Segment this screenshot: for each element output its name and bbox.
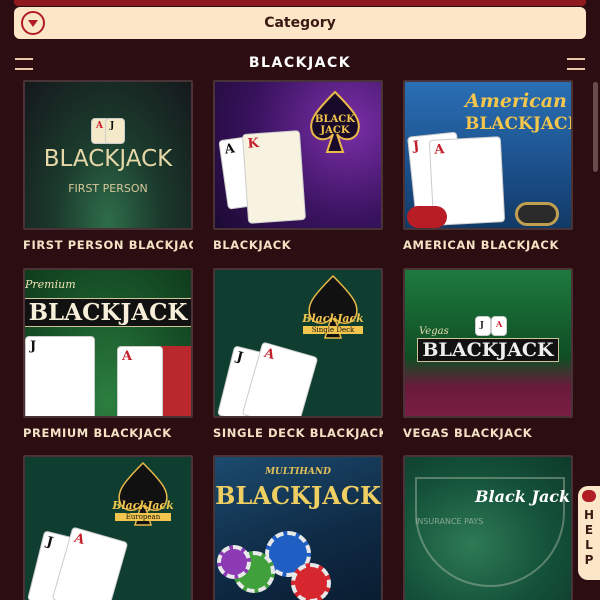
game-art-subtitle: MULTIHAND [265,467,331,477]
game-art-title: BlackJack [112,499,174,512]
game-title[interactable]: FIRST PERSON BLACKJACK [23,238,193,252]
game-art-title: American [465,90,567,112]
help-tab[interactable]: H E L P [578,486,600,580]
game-art-subtitle: Single Deck [303,326,363,334]
game-art-subtitle: European [115,513,171,521]
game-tile[interactable]: INSURANCE PAYS Black Jack [403,455,573,600]
help-letter: L [585,538,593,552]
game-art-subtitle: FIRST PERSON [68,182,148,195]
game-art-title: BLACKJACK [417,338,559,362]
game-art-title: BLACKJACK [43,146,173,172]
game-tile[interactable]: BlackJack European J A [23,455,193,600]
game-art-subtitle: BLACKJACK [465,114,573,134]
scrollbar[interactable] [593,82,598,172]
game-thumbnail[interactable]: INSURANCE PAYS Black Jack [403,455,573,600]
game-title[interactable]: SINGLE DECK BLACKJACK M [213,426,383,440]
category-label: Category [264,15,336,31]
game-tile[interactable]: BLACK JACK A K BLACKJACK [213,80,383,252]
game-art-title: BLACKJACK [215,481,381,510]
card-image: J [105,118,125,144]
game-art-title: Black Jack [475,487,571,506]
game-thumbnail[interactable]: MULTIHAND BLACKJACK [213,455,383,600]
game-thumbnail[interactable]: BlackJack Single Deck J A [213,268,383,418]
game-art-title: BLACK JACK [315,114,355,136]
right-menu-icon[interactable] [567,58,585,70]
chip-icon [291,563,331,600]
help-letter: E [584,523,594,537]
game-thumbnail[interactable]: American BLACKJACK J A [403,80,573,230]
chevron-down-circle-icon[interactable] [21,11,45,35]
card-image: J [475,316,491,336]
chip-icon [407,206,447,228]
help-letter: P [584,553,594,567]
game-tile[interactable]: Vegas BLACKJACK J A VEGAS BLACKJACK [403,268,573,440]
card-image: K [241,130,307,224]
help-letter: H [583,508,595,522]
card-image: A [491,316,507,336]
game-tile[interactable]: BlackJack Single Deck J A SINGLE DECK BL… [213,268,383,440]
game-title[interactable]: VEGAS BLACKJACK [403,426,573,440]
top-accent-bar [14,0,586,6]
card-image: A [117,346,163,416]
game-art-title: BlackJack [302,312,364,325]
category-dropdown[interactable]: Category [14,7,586,39]
game-art-subtitle: Vegas [419,326,449,337]
game-title[interactable]: AMERICAN BLACKJACK [403,238,573,252]
chip-icon [515,202,559,226]
game-art-subtitle: Premium [25,278,76,291]
game-thumbnail[interactable]: A J BLACKJACK FIRST PERSON [23,80,193,230]
game-tile[interactable]: MULTIHAND BLACKJACK [213,455,383,600]
game-tile[interactable]: A J BLACKJACK FIRST PERSON FIRST PERSON … [23,80,193,252]
game-thumbnail[interactable]: BLACK JACK A K [213,80,383,230]
game-art-title: BLACKJACK [25,298,191,327]
game-title[interactable]: PREMIUM BLACKJACK [23,426,193,440]
game-thumbnail[interactable]: Vegas BLACKJACK J A [403,268,573,418]
section-title: BLACKJACK [248,55,352,71]
game-thumbnail[interactable]: BlackJack European J A [23,455,193,600]
game-tile[interactable]: Premium BLACKJACK J A PREMIUM BLACKJACK [23,268,193,440]
game-tile[interactable]: American BLACKJACK J A AMERICAN BLACKJAC… [403,80,573,252]
game-thumbnail[interactable]: Premium BLACKJACK J A [23,268,193,418]
section-header: BLACKJACK [0,50,600,78]
card-image: J [25,336,95,416]
chat-icon [582,490,596,502]
chip-icon [217,545,251,579]
game-title[interactable]: BLACKJACK [213,238,383,252]
table-text: INSURANCE PAYS [415,517,484,526]
